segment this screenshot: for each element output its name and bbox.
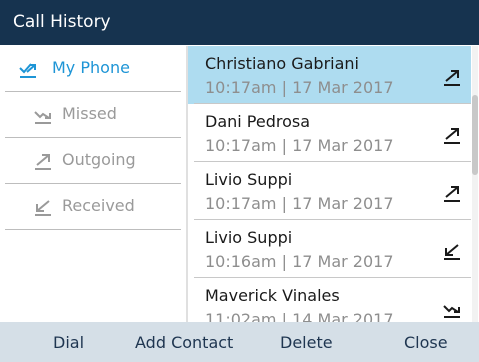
call-row[interactable]: Livio Suppi 10:17am | 17 Mar 2017	[188, 162, 471, 220]
call-row[interactable]: Christiano Gabriani 10:17am | 17 Mar 201…	[188, 46, 471, 104]
caller-name: Christiano Gabriani	[205, 54, 359, 73]
outgoing-call-icon	[444, 128, 460, 144]
sidebar: My Phone Missed Outgoing Received	[0, 46, 186, 322]
scrollbar-track[interactable]	[472, 46, 478, 322]
outgoing-call-icon	[35, 154, 51, 170]
received-call-icon	[444, 244, 460, 260]
delete-button[interactable]: Delete	[280, 333, 333, 352]
dial-button[interactable]: Dial	[53, 333, 84, 352]
caller-name: Maverick Vinales	[205, 286, 340, 305]
caller-name: Dani Pedrosa	[205, 112, 311, 131]
outgoing-call-icon	[444, 70, 460, 86]
call-datetime: 11:02am | 14 Mar 2017	[205, 310, 394, 322]
title-bar: Call History	[0, 0, 479, 45]
call-datetime: 10:17am | 17 Mar 2017	[205, 194, 394, 213]
separator	[5, 229, 181, 230]
caller-name: Livio Suppi	[205, 228, 293, 247]
softkey-bar: Dial Add Contact Delete Close	[0, 322, 479, 362]
call-row[interactable]: Maverick Vinales 11:02am | 14 Mar 2017	[188, 278, 471, 322]
missed-call-icon	[34, 111, 51, 124]
call-list: Christiano Gabriani 10:17am | 17 Mar 201…	[188, 46, 479, 322]
outgoing-call-icon	[444, 186, 460, 202]
add-contact-button[interactable]: Add Contact	[135, 333, 233, 352]
call-row[interactable]: Livio Suppi 10:16am | 17 Mar 2017	[188, 220, 471, 278]
call-datetime: 10:16am | 17 Mar 2017	[205, 252, 394, 271]
call-datetime: 10:17am | 17 Mar 2017	[205, 78, 394, 97]
sidebar-item-label: My Phone	[52, 58, 130, 77]
sidebar-item-missed[interactable]: Missed	[0, 92, 186, 138]
all-calls-icon	[19, 63, 36, 78]
sidebar-item-my-phone[interactable]: My Phone	[0, 46, 186, 92]
sidebar-item-label: Received	[62, 196, 135, 215]
sidebar-item-received[interactable]: Received	[0, 184, 186, 230]
caller-name: Livio Suppi	[205, 170, 293, 189]
close-button[interactable]: Close	[404, 333, 448, 352]
page-title: Call History	[13, 12, 111, 32]
received-call-icon	[35, 200, 51, 216]
call-row[interactable]: Dani Pedrosa 10:17am | 17 Mar 2017	[188, 104, 471, 162]
sidebar-item-label: Outgoing	[62, 150, 136, 169]
scrollbar-thumb[interactable]	[472, 95, 478, 175]
sidebar-item-outgoing[interactable]: Outgoing	[0, 138, 186, 184]
call-datetime: 10:17am | 17 Mar 2017	[205, 136, 394, 155]
missed-call-icon	[443, 305, 460, 318]
sidebar-item-label: Missed	[62, 104, 117, 123]
